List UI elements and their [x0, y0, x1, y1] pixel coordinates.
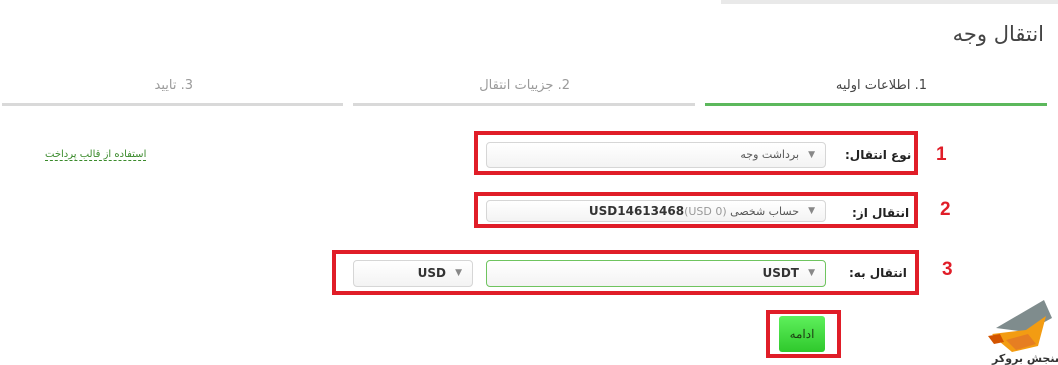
account-name: حساب شخصی [730, 205, 799, 218]
step-progress-line [2, 103, 343, 106]
transfer-to-value: USDT [762, 266, 799, 280]
annotation-number-2: 2 [940, 199, 951, 220]
step-transfer-details[interactable]: 2. جزییات انتقال [353, 76, 695, 106]
step-label: 1. اطلاعات اولیه [835, 78, 927, 93]
transfer-to-label: انتقال به: [849, 266, 907, 280]
use-payment-template-link[interactable]: استفاده از قالب پرداخت [45, 149, 147, 161]
watermark-text: سنجش بروکر [992, 352, 1058, 365]
transfer-from-value: حساب شخصی USD14613468(USD 0) [589, 201, 799, 222]
top-scroll-bar [721, 0, 1058, 4]
transfer-type-value: برداشت وجه [740, 148, 799, 161]
chevron-down-icon: ▼ [808, 206, 815, 216]
annotation-number-1: 1 [936, 144, 947, 165]
step-initial-info[interactable]: 1. اطلاعات اولیه [705, 76, 1047, 106]
account-balance: (USD 0) [684, 205, 727, 218]
step-confirm[interactable]: 3. تایید [2, 76, 343, 106]
step-label: 3. تایید [154, 78, 194, 93]
page-title: انتقال وجه [952, 22, 1044, 46]
transfer-type-label: نوع انتقال: [845, 148, 912, 162]
wizard-steps: 1. اطلاعات اولیه 2. جزییات انتقال 3. تای… [0, 76, 1058, 106]
account-id: USD14613468 [588, 204, 685, 218]
step-progress-line [353, 103, 695, 106]
step-progress-line [705, 103, 1047, 106]
transfer-from-select[interactable]: ▼ حساب شخصی USD14613468(USD 0) [486, 200, 826, 222]
currency-select[interactable]: ▼ USD [353, 260, 473, 287]
transfer-from-label: انتقال از: [852, 206, 910, 220]
chevron-down-icon: ▼ [808, 150, 815, 160]
annotation-number-3: 3 [942, 259, 953, 280]
continue-button[interactable]: ادامه [779, 316, 825, 352]
transfer-type-select[interactable]: ▼ برداشت وجه [486, 142, 826, 168]
currency-value: USD [417, 266, 446, 280]
chevron-down-icon: ▼ [455, 268, 462, 278]
step-label: 2. جزییات انتقال [479, 78, 570, 93]
transfer-to-select[interactable]: ▼ USDT [486, 260, 826, 287]
chevron-down-icon: ▼ [808, 268, 815, 278]
